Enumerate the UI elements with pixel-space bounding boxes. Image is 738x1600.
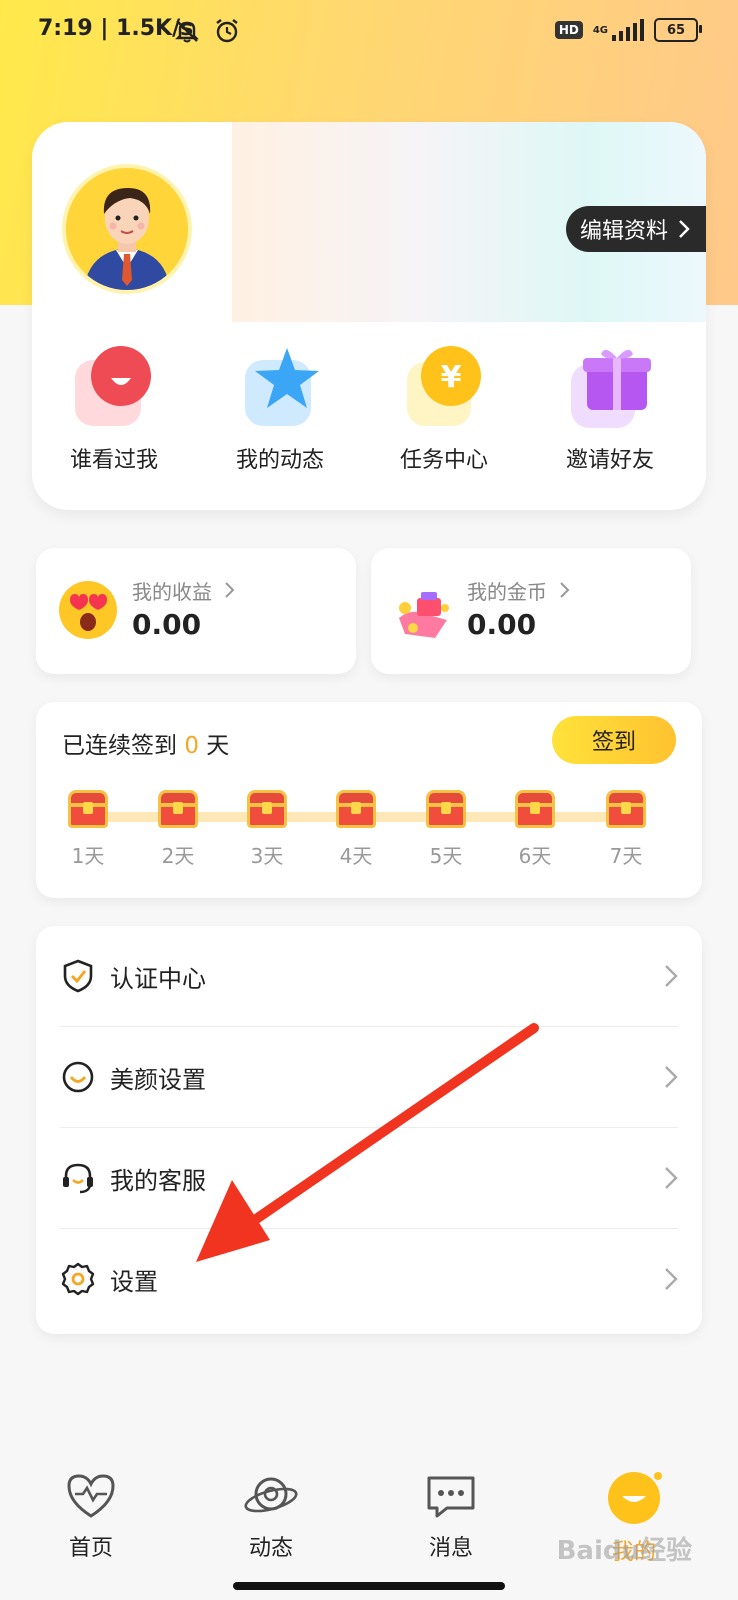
smile-icon [62,1061,94,1093]
day-label: 7天 [609,844,643,868]
alarm-icon [212,16,242,50]
menu-item-label: 我的客服 [110,1166,206,1195]
tab-label: 消息 [428,1536,473,1561]
star-icon [235,344,325,434]
bottom-tab-bar: 首页 动态 消息 我的 [0,1450,738,1600]
earnings-title-row: 我的收益 [132,576,236,605]
tab-label: 动态 [248,1536,293,1561]
checkin-prefix: 已连续签到 [62,733,177,759]
network-label: 4G [592,24,608,36]
day-label: 2天 [161,844,195,868]
edit-profile-label: 编辑资料 [579,219,668,244]
gift-icon [565,344,655,434]
checkin-day: 3天 [237,790,297,869]
day-label: 3天 [250,844,284,868]
chevron-right-icon [560,582,570,598]
menu-item-verification[interactable]: 认证中心 [60,926,678,1026]
quick-action-label: 我的动态 [235,448,324,473]
checkin-suffix: 天 [206,733,230,759]
checkin-card: 已连续签到 0 天 签到 1天 2天 3天 4天 5天 6天 7天 [36,702,702,898]
home-indicator[interactable] [233,1582,505,1590]
treasure-chest-icon [602,790,650,830]
profile-card: 编辑资料 谁看过我 我的动态 ¥ 任务中心 邀请好友 [32,122,706,510]
treasure-gift-icon [391,578,455,642]
quick-action-label: 邀请好友 [565,448,654,473]
coins-title-row: 我的金币 [467,576,571,605]
quick-action-label: 任务中心 [399,448,488,473]
earnings-card[interactable]: 我的收益 0.00 [36,548,356,674]
quick-action-task-center[interactable]: ¥ 任务中心 [374,344,514,474]
checkin-button[interactable]: 签到 [552,716,676,764]
status-bar: 7:19 | 1.5K/s HD 4G 65 [0,0,738,64]
quick-action-my-posts[interactable]: 我的动态 [210,344,350,474]
treasure-chest-icon [243,790,291,830]
battery-icon: 65 [654,18,702,42]
planet-icon [244,1477,298,1513]
mute-bell-icon [172,16,202,50]
treasure-chest-icon [154,790,202,830]
chevron-right-icon [679,220,690,238]
checkin-count: 0 [184,733,199,759]
day-label: 1天 [71,844,105,868]
tab-messages[interactable]: 消息 [391,1470,511,1562]
settings-menu: 认证中心 美颜设置 我的客服 设置 [36,926,702,1334]
menu-item-label: 美颜设置 [110,1065,206,1094]
svg-text:¥: ¥ [441,360,462,395]
day-label: 6天 [518,844,552,868]
earnings-title: 我的收益 [132,580,212,604]
treasure-chest-icon [422,790,470,830]
quick-action-invite[interactable]: 邀请好友 [540,344,680,474]
day-label: 4天 [339,844,373,868]
menu-item-beauty[interactable]: 美颜设置 [60,1027,678,1127]
quick-action-visitors[interactable]: 谁看过我 [44,344,184,474]
signal-icon [612,19,644,41]
checkin-day: 1天 [58,790,118,869]
chevron-right-icon [665,1066,678,1088]
avatar[interactable] [62,164,192,294]
gear-icon [61,1262,95,1296]
coins-card[interactable]: 我的金币 0.00 [371,548,691,674]
edit-profile-button[interactable]: 编辑资料 [565,206,706,252]
coins-title: 我的金币 [467,580,547,604]
smile-face-icon [608,1472,662,1524]
menu-item-label: 设置 [110,1267,158,1296]
chevron-right-icon [225,582,235,598]
menu-item-customer-service[interactable]: 我的客服 [60,1128,678,1228]
chat-icon [427,1476,475,1518]
checkin-streak: 已连续签到 0 天 [62,726,229,760]
treasure-chest-icon [64,790,112,830]
headset-icon [63,1163,93,1194]
quick-action-label: 谁看过我 [69,448,158,473]
heart-pulse-icon [67,1474,115,1518]
shield-check-icon [63,959,93,993]
tab-feed[interactable]: 动态 [211,1470,331,1562]
coins-value: 0.00 [467,608,537,641]
visitor-icon [69,344,159,434]
checkin-day: 2天 [148,790,208,869]
checkin-day: 5天 [416,790,476,869]
battery-level: 65 [666,22,686,38]
checkin-day: 6天 [505,790,565,869]
chevron-right-icon [665,1167,678,1189]
chevron-right-icon [665,1268,678,1290]
heart-eyes-emoji-icon [56,578,120,642]
day-label: 5天 [429,844,463,868]
treasure-chest-icon [332,790,380,830]
menu-item-label: 认证中心 [110,964,206,993]
tab-home[interactable]: 首页 [31,1470,151,1562]
checkin-day: 4天 [326,790,386,869]
status-time: 7:19 | 1.5K/s [38,16,194,41]
coin-icon: ¥ [399,344,489,434]
hd-badge: HD [554,21,583,39]
chevron-right-icon [665,965,678,987]
menu-item-settings[interactable]: 设置 [60,1229,678,1329]
earnings-value: 0.00 [132,608,202,641]
checkin-day: 7天 [596,790,656,869]
tab-label: 首页 [68,1536,113,1561]
treasure-chest-icon [511,790,559,830]
watermark: Baidu经验 [556,1536,692,1566]
